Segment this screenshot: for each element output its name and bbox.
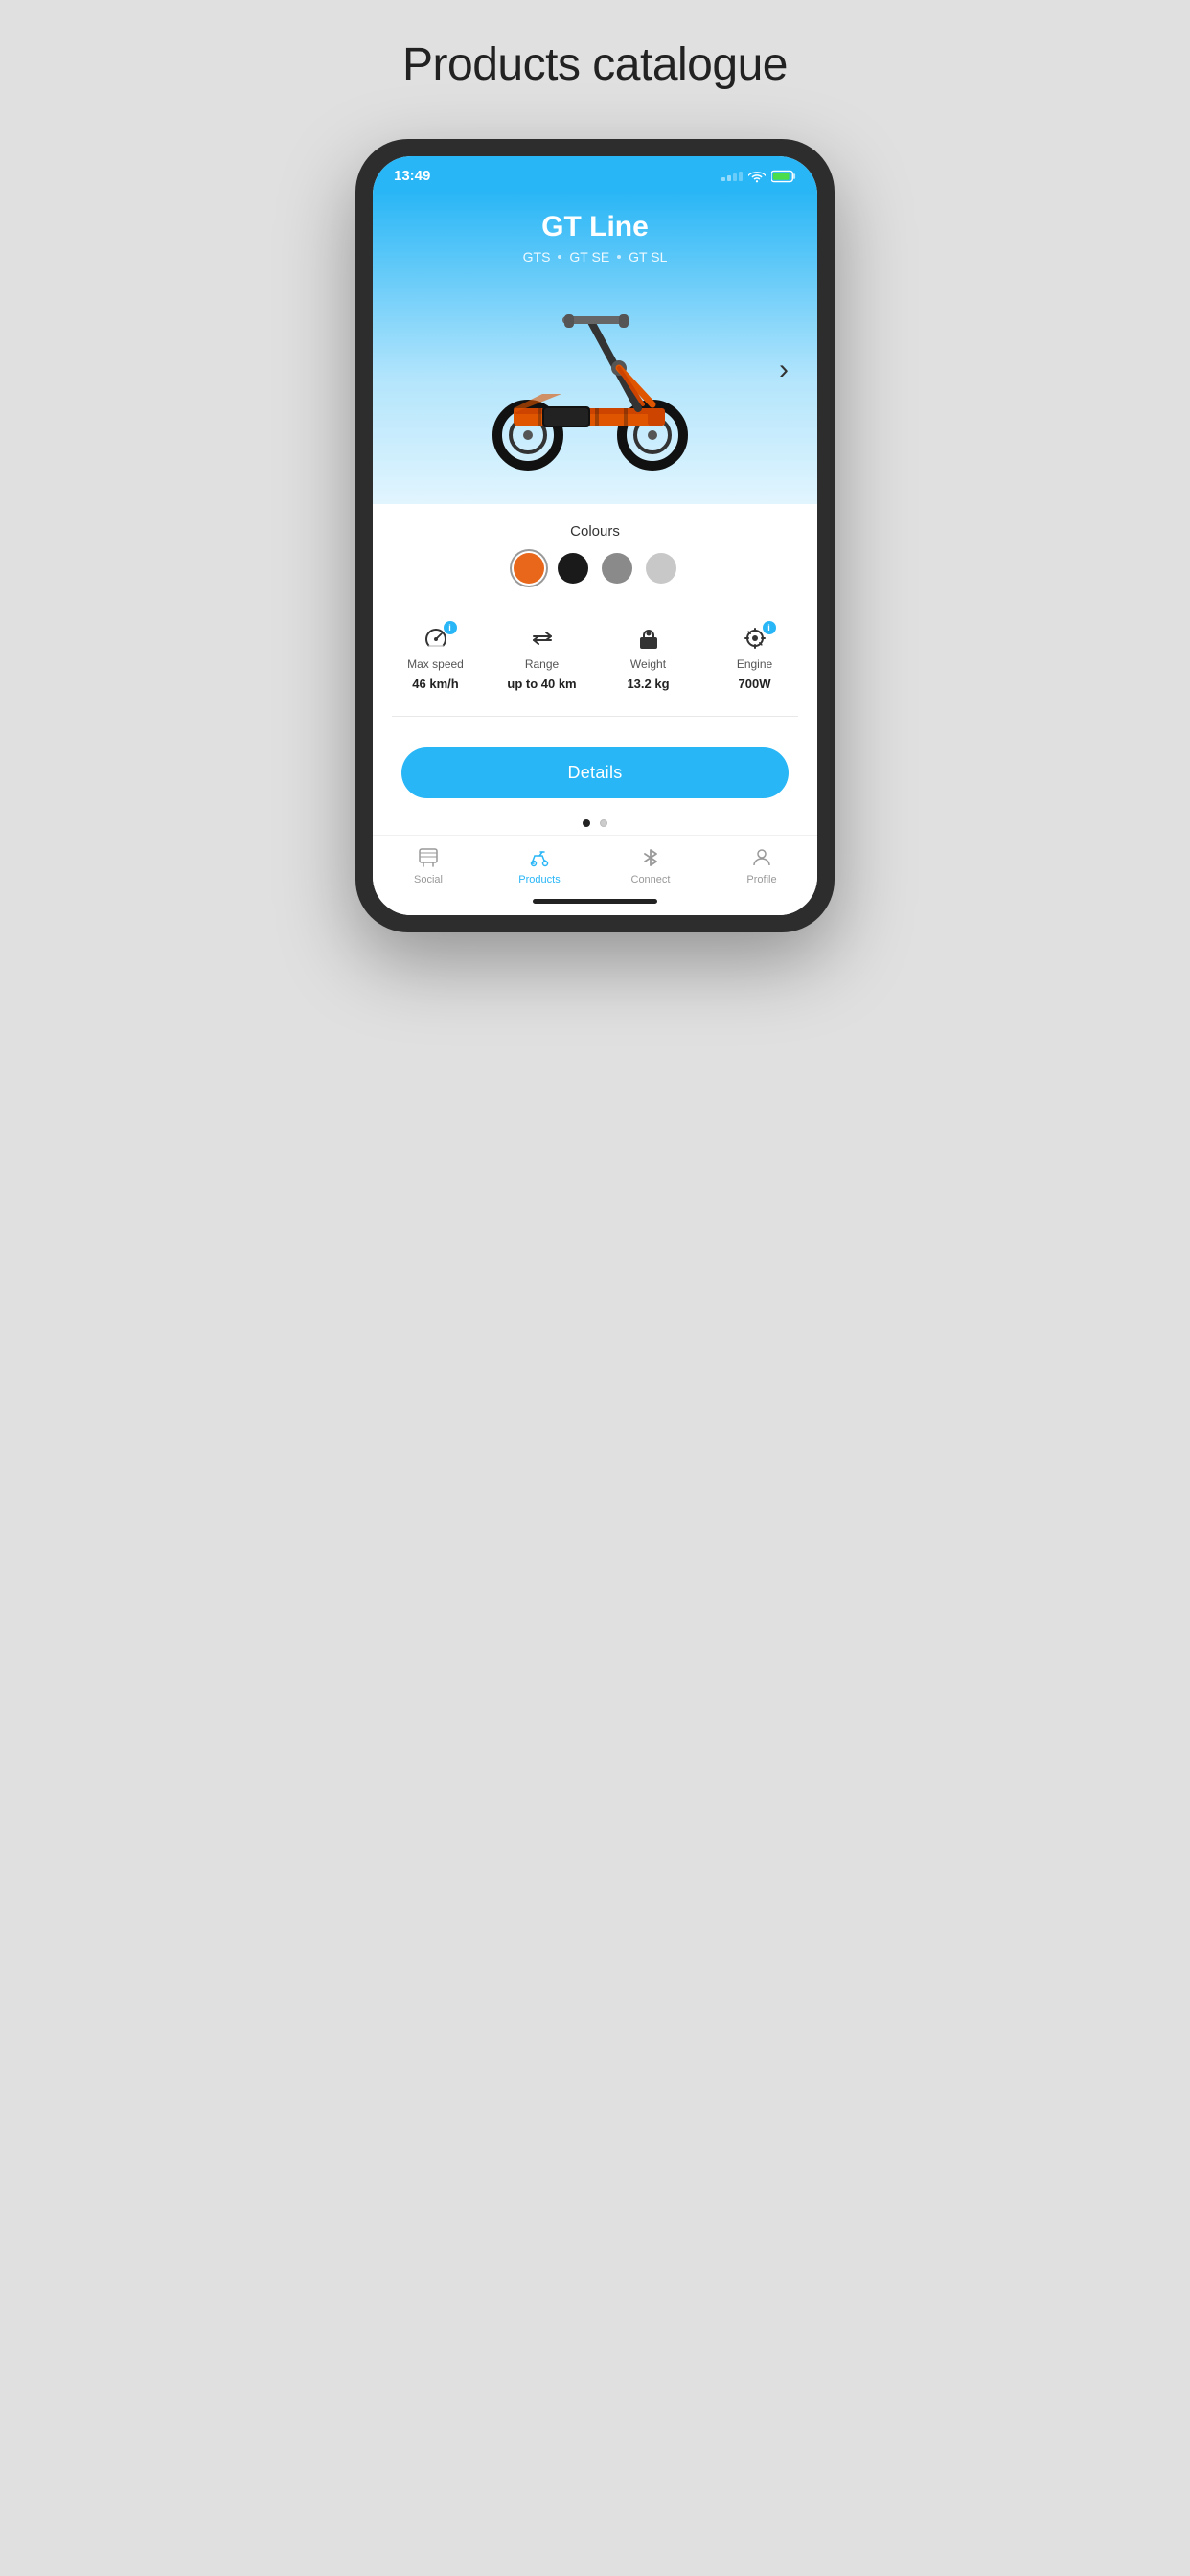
speed-info-badge[interactable]: i [444, 621, 457, 634]
specs-section: i Max speed 46 km/h Range up to 40 [373, 625, 817, 701]
pagination-dots [373, 808, 817, 835]
swatch-orange[interactable] [514, 553, 544, 584]
home-bar [533, 899, 657, 904]
status-bar: 13:49 [373, 156, 817, 192]
spec-range-value: up to 40 km [507, 677, 576, 691]
swatch-lightgray[interactable] [646, 553, 676, 584]
spec-range: Range up to 40 km [489, 625, 595, 691]
spec-max-speed-label: Max speed [407, 657, 464, 671]
spec-weight-label: Weight [630, 657, 666, 671]
pagination-dot-1[interactable] [583, 819, 590, 827]
home-indicator [373, 891, 817, 915]
nav-item-profile[interactable]: Profile [706, 845, 817, 886]
spec-range-label: Range [525, 657, 559, 671]
spec-weight-icon-wrap [635, 625, 662, 652]
variant-gtsl[interactable]: GT SL [629, 249, 667, 264]
battery-icon [771, 170, 796, 183]
hero-section: GT Line GTS GT SE GT SL [373, 192, 817, 504]
details-section: Details [373, 732, 817, 808]
spec-engine-value: 700W [739, 677, 771, 691]
status-time: 13:49 [394, 168, 430, 184]
next-product-button[interactable]: › [779, 354, 789, 386]
wifi-icon [748, 170, 766, 183]
colours-label: Colours [392, 523, 798, 540]
phone-screen: 13:49 [373, 156, 817, 915]
connect-icon [638, 845, 663, 870]
colours-section: Colours [373, 504, 817, 593]
nav-item-products[interactable]: Products [484, 845, 595, 886]
spec-max-speed-value: 46 km/h [412, 677, 458, 691]
nav-item-social[interactable]: Social [373, 845, 484, 886]
scooter-container: › [392, 264, 798, 475]
nav-label-profile: Profile [746, 874, 776, 886]
variant-gts[interactable]: GTS [523, 249, 551, 264]
weight-icon [635, 625, 662, 652]
spec-weight-value: 13.2 kg [627, 677, 669, 691]
spec-engine: i Engine 700W [701, 625, 808, 691]
bottom-nav: Social Products [373, 835, 817, 891]
nav-label-social: Social [414, 874, 443, 886]
spec-engine-label: Engine [737, 657, 772, 671]
variant-separator-2 [617, 255, 621, 259]
engine-info-badge[interactable]: i [763, 621, 776, 634]
pagination-dot-2[interactable] [600, 819, 607, 827]
status-icons [721, 170, 796, 183]
product-variants: GTS GT SE GT SL [392, 249, 798, 264]
social-icon [416, 845, 441, 870]
page-title: Products catalogue [402, 38, 788, 91]
profile-icon [749, 845, 774, 870]
spec-range-icon-wrap [529, 625, 556, 652]
scooter-image [461, 284, 729, 475]
specs-divider [392, 609, 798, 610]
swatch-gray[interactable] [602, 553, 632, 584]
product-title: GT Line [392, 211, 798, 243]
swatch-black[interactable] [558, 553, 588, 584]
spec-max-speed-icon-wrap: i [423, 625, 449, 652]
nav-label-products: Products [518, 874, 560, 886]
range-icon [529, 625, 556, 652]
spec-engine-icon-wrap: i [742, 625, 768, 652]
products-icon [527, 845, 552, 870]
colour-swatches [392, 553, 798, 584]
button-divider [392, 716, 798, 717]
spec-weight: Weight 13.2 kg [595, 625, 701, 691]
variant-gtse[interactable]: GT SE [569, 249, 609, 264]
nav-item-connect[interactable]: Connect [595, 845, 706, 886]
signal-icon [721, 172, 743, 181]
spec-max-speed: i Max speed 46 km/h [382, 625, 489, 691]
nav-label-connect: Connect [631, 874, 671, 886]
phone-frame: 13:49 [355, 139, 835, 932]
details-button[interactable]: Details [401, 748, 789, 798]
variant-separator-1 [558, 255, 561, 259]
